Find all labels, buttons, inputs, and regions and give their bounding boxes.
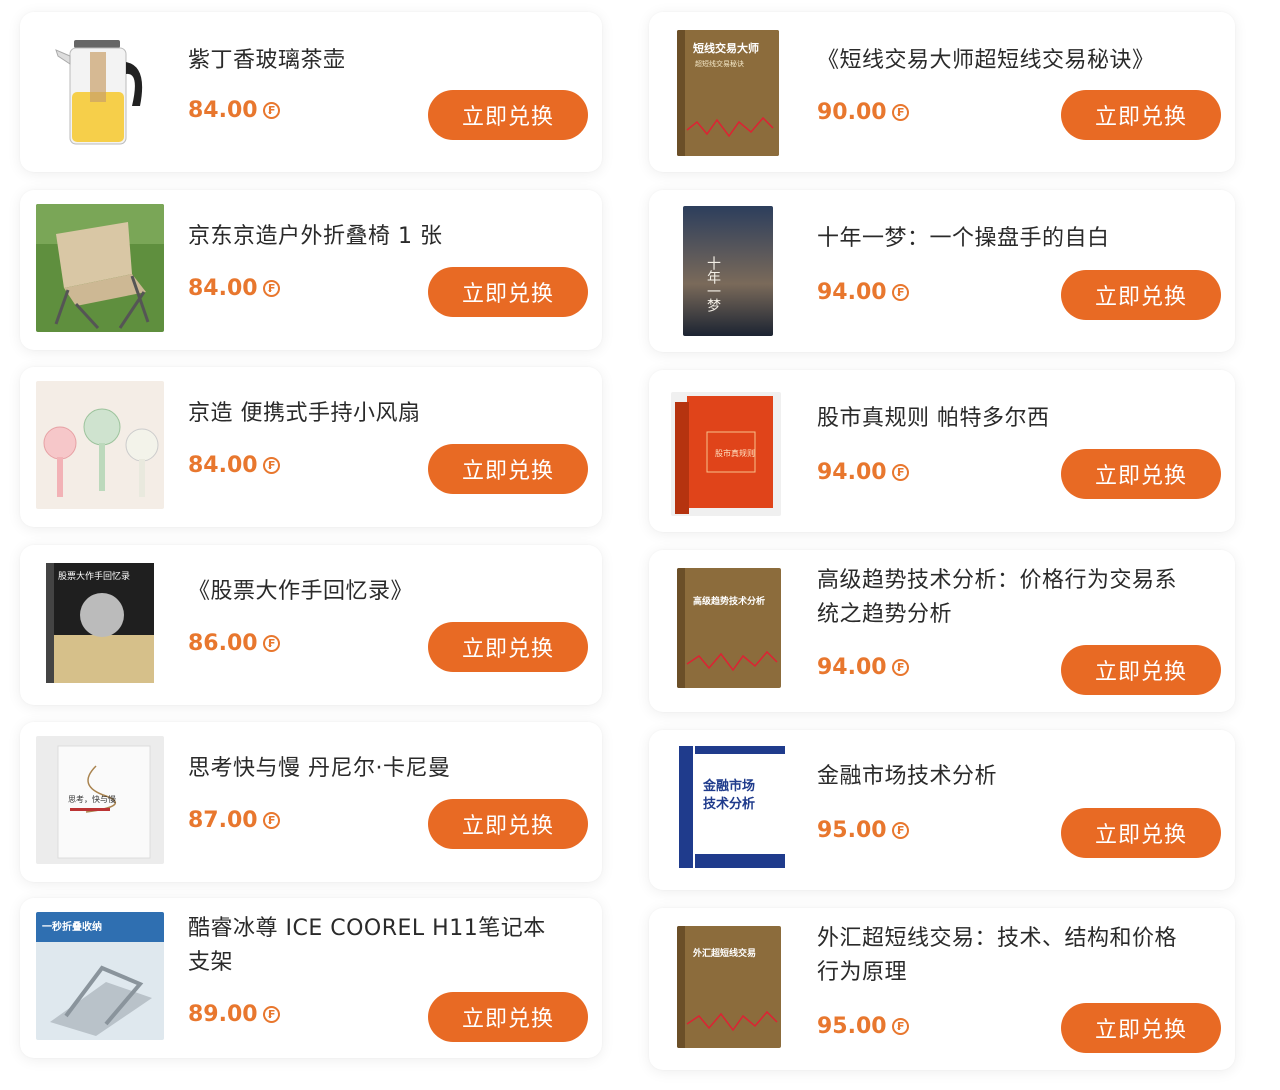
redeem-button[interactable]: 立即兑换 — [1061, 270, 1221, 320]
product-price: 87.00 ₣ — [188, 808, 280, 833]
currency-coin-icon: ₣ — [262, 457, 280, 474]
product-price: 84.00 ₣ — [188, 453, 280, 478]
currency-coin-icon: ₣ — [262, 635, 280, 652]
product-price: 89.00 ₣ — [188, 1002, 280, 1027]
product-title: 外汇超短线交易：技术、结构和价格行为原理 — [817, 926, 1178, 985]
product-price: 84.00 ₣ — [188, 276, 280, 301]
currency-coin-icon: ₣ — [262, 812, 280, 829]
currency-coin-icon: ₣ — [262, 1006, 280, 1023]
book-cover-image: 金融市场 技术分析 — [677, 744, 787, 870]
book-cover-image: 股市真规则 — [671, 392, 781, 516]
product-price: 84.00 ₣ — [188, 98, 280, 123]
product-title: 十年一梦：一个操盘手的自白 — [817, 226, 1110, 251]
svg-text:金融市场: 金融市场 — [702, 778, 755, 794]
price-value: 94.00 — [817, 460, 887, 485]
product-card[interactable]: 金融市场 技术分析 金融市场技术分析 95.00 ₣ 立即兑换 — [649, 730, 1235, 890]
currency-coin-icon: ₣ — [891, 284, 909, 301]
svg-text:短线交易大师: 短线交易大师 — [693, 41, 759, 55]
price-value: 90.00 — [817, 100, 887, 125]
product-price: 94.00 ₣ — [817, 655, 909, 680]
product-price: 95.00 ₣ — [817, 1014, 909, 1039]
product-card[interactable]: 股市真规则 股市真规则 帕特多尔西 94.00 ₣ 立即兑换 — [649, 370, 1235, 532]
currency-coin-icon: ₣ — [891, 659, 909, 676]
price-value: 89.00 — [188, 1002, 258, 1027]
book-cover-image: 外汇超短线交易 — [677, 926, 781, 1048]
currency-coin-icon: ₣ — [262, 280, 280, 297]
price-value: 94.00 — [817, 655, 887, 680]
book-cover-image: 高级趋势技术分析 — [677, 568, 781, 688]
redeem-button[interactable]: 立即兑换 — [428, 444, 588, 494]
redeem-button[interactable]: 立即兑换 — [428, 992, 588, 1042]
price-value: 84.00 — [188, 453, 258, 478]
laptop-stand-image: 一秒折叠收纳 — [36, 912, 164, 1040]
svg-text:股票大作手回忆录: 股票大作手回忆录 — [58, 570, 130, 582]
svg-text:技术分析: 技术分析 — [703, 796, 755, 812]
price-value: 84.00 — [188, 98, 258, 123]
product-card[interactable]: 高级趋势技术分析 高级趋势技术分析：价格行为交易系统之趋势分析 94.00 ₣ … — [649, 550, 1235, 712]
currency-coin-icon: ₣ — [891, 1018, 909, 1035]
redeem-button[interactable]: 立即兑换 — [1061, 645, 1221, 695]
redeem-button[interactable]: 立即兑换 — [428, 622, 588, 672]
product-title: 紫丁香玻璃茶壶 — [188, 48, 346, 73]
svg-text:一秒折叠收纳: 一秒折叠收纳 — [42, 920, 102, 933]
svg-text:思考，快与慢: 思考，快与慢 — [68, 794, 116, 804]
currency-coin-icon: ₣ — [891, 822, 909, 839]
product-card[interactable]: 外汇超短线交易 外汇超短线交易：技术、结构和价格行为原理 95.00 ₣ 立即兑… — [649, 908, 1235, 1070]
book-cover-image: 十年一梦 — [683, 206, 773, 336]
svg-text:股市真规则: 股市真规则 — [715, 448, 755, 458]
product-title: 京造 便携式手持小风扇 — [188, 401, 421, 426]
folding-chair-image — [36, 204, 164, 332]
product-card[interactable]: 一秒折叠收纳 酷睿冰尊 ICE COOREL H11笔记本支架 89.00 ₣ … — [20, 898, 602, 1058]
product-card[interactable]: 思考，快与慢 思考快与慢 丹尼尔·卡尼曼 87.00 ₣ 立即兑换 — [20, 722, 602, 882]
product-title: 金融市场技术分析 — [817, 764, 998, 789]
svg-text:超短线交易秘诀: 超短线交易秘诀 — [695, 59, 744, 68]
product-price: 90.00 ₣ — [817, 100, 909, 125]
redeem-button[interactable]: 立即兑换 — [1061, 90, 1221, 140]
product-price: 95.00 ₣ — [817, 818, 909, 843]
book-cover-image: 思考，快与慢 — [36, 736, 164, 864]
price-value: 84.00 — [188, 276, 258, 301]
redeem-button[interactable]: 立即兑换 — [1061, 808, 1221, 858]
product-card[interactable]: 股票大作手回忆录 《股票大作手回忆录》 86.00 ₣ 立即兑换 — [20, 545, 602, 705]
price-value: 86.00 — [188, 631, 258, 656]
product-title: 思考快与慢 丹尼尔·卡尼曼 — [188, 756, 451, 781]
redeem-button[interactable]: 立即兑换 — [428, 799, 588, 849]
book-cover-image: 短线交易大师 超短线交易秘诀 — [677, 30, 779, 156]
product-card[interactable]: 十年一梦 十年一梦：一个操盘手的自白 94.00 ₣ 立即兑换 — [649, 190, 1235, 352]
price-value: 95.00 — [817, 1014, 887, 1039]
product-title: 股市真规则 帕特多尔西 — [817, 406, 1050, 431]
product-card[interactable]: 紫丁香玻璃茶壶 84.00 ₣ 立即兑换 — [20, 12, 602, 172]
price-value: 87.00 — [188, 808, 258, 833]
redeem-button[interactable]: 立即兑换 — [428, 267, 588, 317]
price-value: 94.00 — [817, 280, 887, 305]
product-title: 《股票大作手回忆录》 — [188, 579, 414, 604]
redeem-button[interactable]: 立即兑换 — [1061, 1003, 1221, 1053]
product-title: 《短线交易大师超短线交易秘诀》 — [817, 48, 1155, 73]
product-title: 京东京造户外折叠椅 1 张 — [188, 224, 443, 249]
price-value: 95.00 — [817, 818, 887, 843]
currency-coin-icon: ₣ — [262, 102, 280, 119]
handheld-fans-image — [36, 381, 164, 509]
svg-text:高级趋势技术分析: 高级趋势技术分析 — [693, 595, 765, 607]
currency-coin-icon: ₣ — [891, 104, 909, 121]
book-cover-image: 股票大作手回忆录 — [36, 559, 164, 687]
glass-teapot-image — [36, 26, 164, 154]
product-price: 94.00 ₣ — [817, 280, 909, 305]
product-title: 酷睿冰尊 ICE COOREL H11笔记本支架 — [188, 916, 546, 975]
redeem-button[interactable]: 立即兑换 — [1061, 449, 1221, 499]
product-card[interactable]: 京东京造户外折叠椅 1 张 84.00 ₣ 立即兑换 — [20, 190, 602, 350]
svg-text:十年一梦: 十年一梦 — [705, 256, 721, 312]
currency-coin-icon: ₣ — [891, 464, 909, 481]
product-card[interactable]: 短线交易大师 超短线交易秘诀 《短线交易大师超短线交易秘诀》 90.00 ₣ 立… — [649, 12, 1235, 172]
product-price: 94.00 ₣ — [817, 460, 909, 485]
redeem-button[interactable]: 立即兑换 — [428, 90, 588, 140]
svg-text:外汇超短线交易: 外汇超短线交易 — [692, 947, 756, 959]
product-price: 86.00 ₣ — [188, 631, 280, 656]
product-title: 高级趋势技术分析：价格行为交易系统之趋势分析 — [817, 568, 1178, 627]
product-card[interactable]: 京造 便携式手持小风扇 84.00 ₣ 立即兑换 — [20, 367, 602, 527]
